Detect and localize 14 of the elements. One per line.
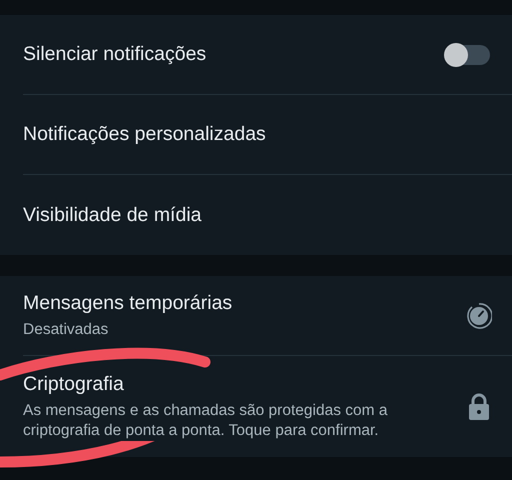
setting-title: Silenciar notificações [23, 43, 208, 66]
setting-title: Mensagens temporárias [23, 292, 234, 314]
setting-title: Visibilidade de mídia [23, 204, 202, 226]
setting-title: Notificações personalizadas [23, 123, 267, 146]
setting-row[interactable]: Silenciar notificações [0, 15, 512, 95]
lock-icon [468, 392, 490, 420]
toggle-switch[interactable] [446, 44, 490, 64]
setting-row[interactable]: Visibilidade de mídia [0, 175, 512, 255]
setting-title: Criptografia [23, 372, 125, 396]
setting-row[interactable]: Criptografia As mensagens e as chamadas são protegidas com a criptografia de ponta a ponta. Toque para confirmar. [0, 356, 512, 457]
setting-row[interactable]: Notificações personalizadas [0, 95, 512, 175]
timer-icon [464, 302, 492, 330]
setting-row[interactable]: Mensagens temporárias Desativadas [0, 276, 512, 356]
setting-description: Desativadas [23, 320, 108, 340]
